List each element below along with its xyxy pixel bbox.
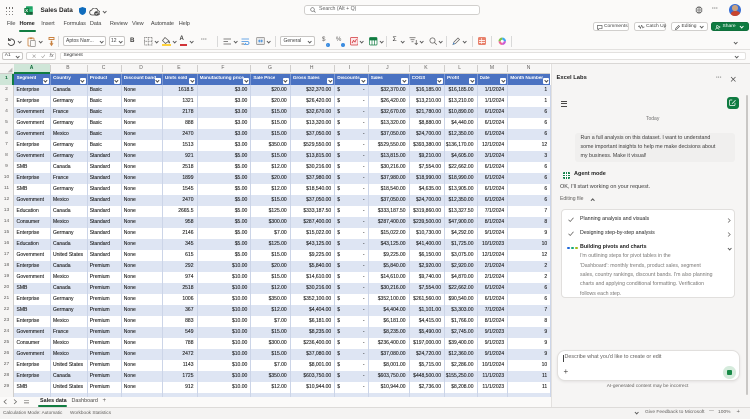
svg-text:X: X (25, 8, 28, 13)
